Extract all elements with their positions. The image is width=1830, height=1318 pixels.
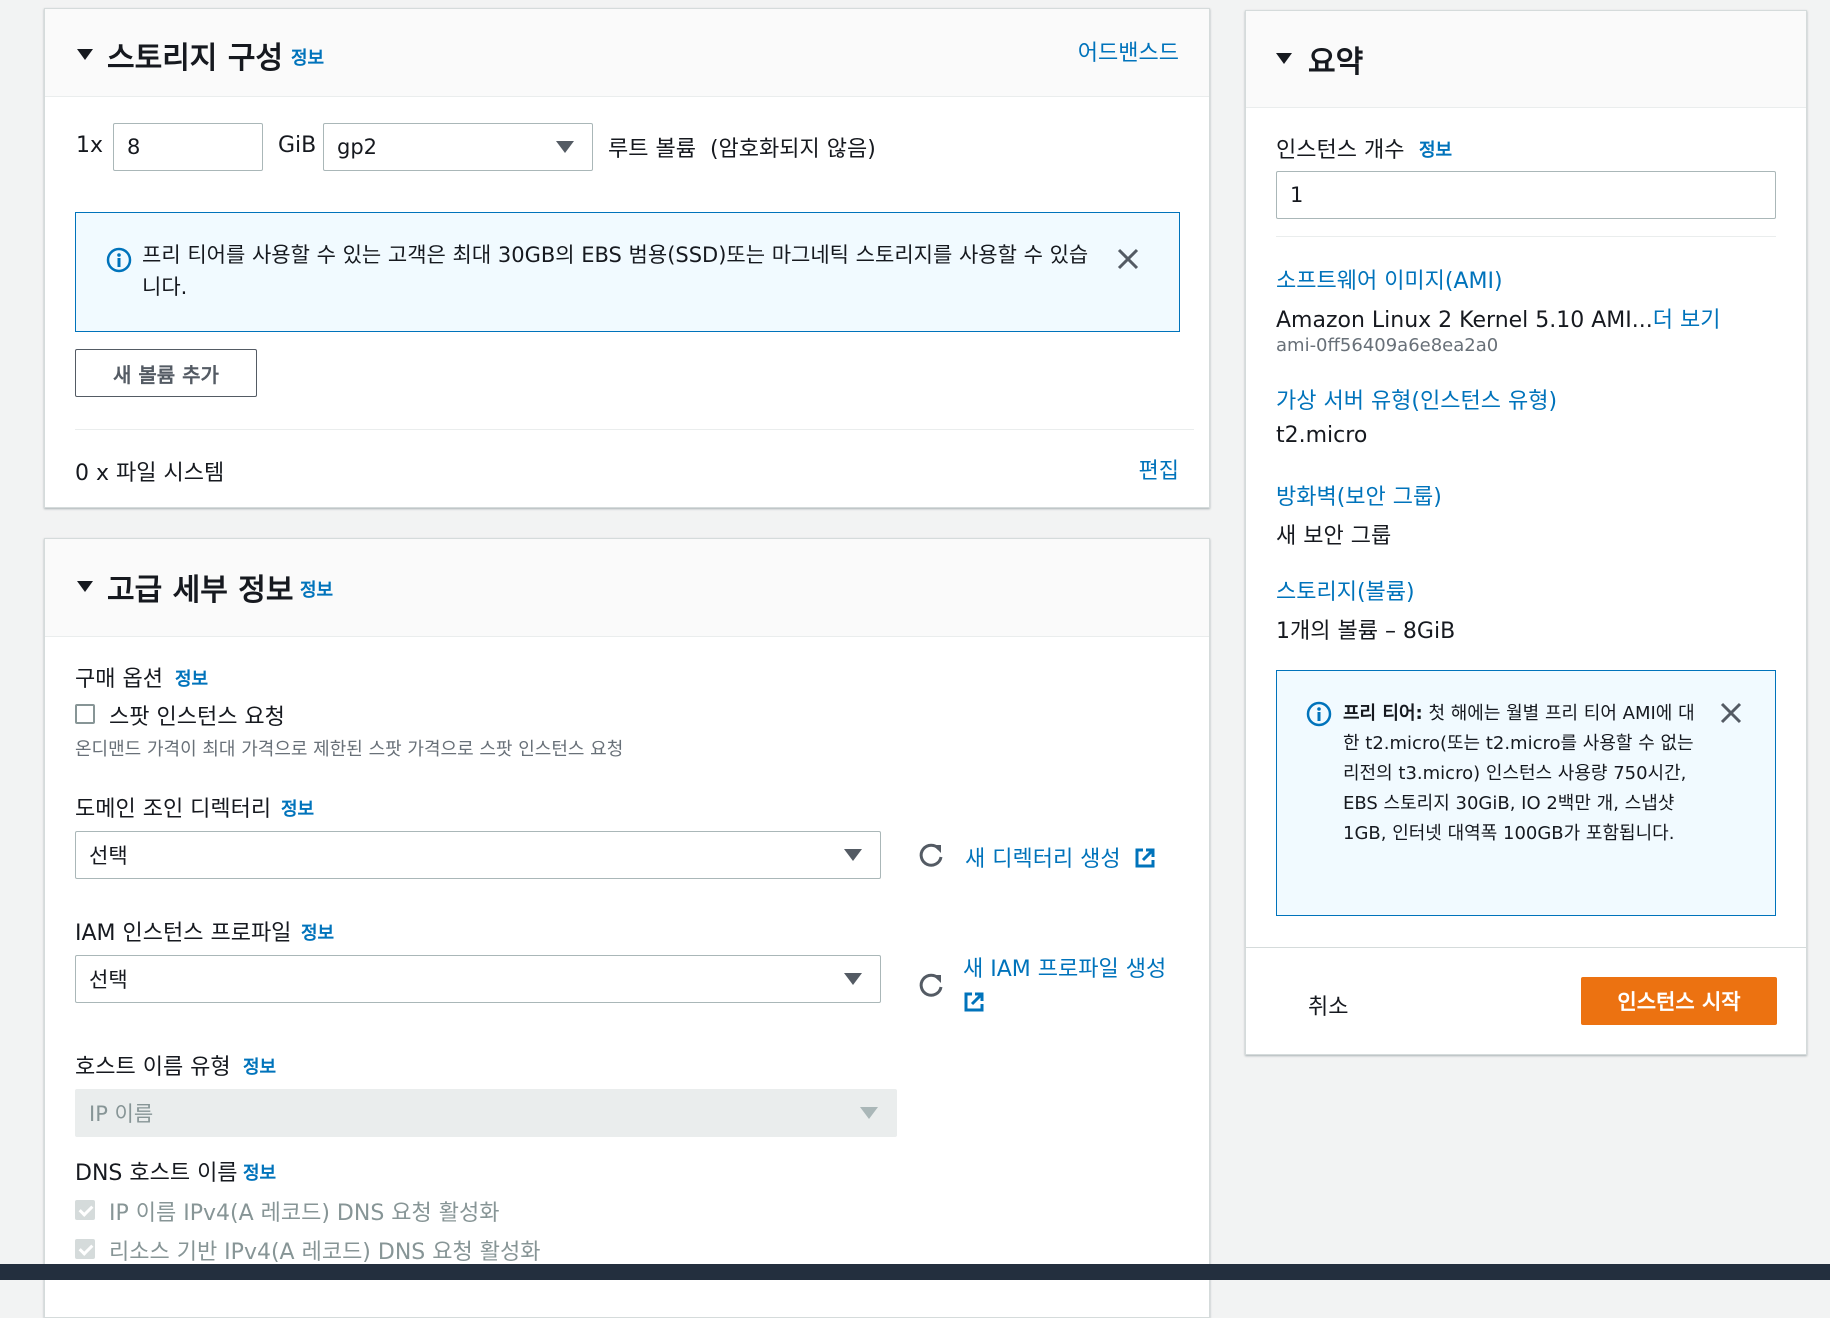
collapse-caret-icon[interactable] — [1276, 53, 1292, 64]
dns-label: DNS 호스트 이름 — [75, 1161, 238, 1186]
advanced-header: 고급 세부 정보 정보 — [45, 539, 1209, 637]
free-tier-alert: 프리 티어를 사용할 수 있는 고객은 최대 30GB의 EBS 범용(SSD)… — [75, 212, 1180, 332]
close-icon[interactable] — [1719, 701, 1743, 725]
ami-more-link[interactable]: 더 보기 — [1653, 308, 1721, 333]
instance-count-input[interactable]: 1 — [1276, 171, 1776, 219]
purchase-label: 구매 옵션 — [75, 667, 163, 692]
hostname-select: IP 이름 — [75, 1089, 897, 1137]
volume-desc: 루트 볼륨 (암호화되지 않음) — [608, 137, 876, 162]
add-volume-label: 새 볼륨 추가 — [113, 362, 219, 387]
summary-title: 요약 — [1308, 45, 1364, 80]
cancel-button[interactable]: 취소 — [1308, 989, 1348, 1021]
advanced-panel: 고급 세부 정보 정보 구매 옵션 정보 스팟 인스턴스 요청 온디맨드 가격이… — [44, 538, 1210, 1318]
summary-footer-divider — [1246, 947, 1806, 948]
launch-instance-button[interactable]: 인스턴스 시작 — [1581, 977, 1777, 1025]
instance-count-label: 인스턴스 개수 — [1276, 138, 1405, 163]
summary-alert-text: 프리 티어: 첫 해에는 월별 프리 티어 AMI에 대한 t2.micro(또… — [1343, 699, 1698, 849]
storage-info-link[interactable]: 정보 — [291, 44, 324, 70]
volume-count: 1x — [76, 133, 104, 158]
hostname-select-value: IP 이름 — [89, 1102, 154, 1126]
add-volume-button[interactable]: 새 볼륨 추가 — [75, 349, 257, 397]
storage-link[interactable]: 스토리지(볼륨) — [1276, 574, 1415, 606]
summary-free-tier-alert: 프리 티어: 첫 해에는 월별 프리 티어 AMI에 대한 t2.micro(또… — [1276, 670, 1776, 916]
volume-size-value: 8 — [127, 135, 141, 159]
spot-label[interactable]: 스팟 인스턴스 요청 — [109, 699, 285, 731]
summary-header: 요약 — [1246, 11, 1806, 108]
chevron-down-icon — [844, 973, 862, 985]
refresh-icon[interactable] — [917, 841, 945, 869]
collapse-caret-icon[interactable] — [77, 49, 93, 60]
summary-alert-bold: 프리 티어: — [1343, 703, 1423, 724]
chevron-down-icon — [556, 141, 574, 153]
ami-name: Amazon Linux 2 Kernel 5.10 AMI...더 보기 — [1276, 302, 1720, 334]
spot-desc: 온디맨드 가격이 최대 가격으로 제한된 스팟 가격으로 스팟 인스턴스 요청 — [75, 739, 624, 760]
new-iam-profile-link[interactable]: 새 IAM 프로파일 생성 — [963, 953, 1183, 1021]
domain-label: 도메인 조인 디렉터리 — [75, 797, 272, 822]
domain-info-link[interactable]: 정보 — [281, 795, 314, 821]
iam-info-link[interactable]: 정보 — [301, 919, 334, 945]
iam-label: IAM 인스턴스 프로파일 — [75, 921, 292, 946]
new-directory-label: 새 디렉터리 생성 — [965, 847, 1121, 872]
volume-unit: GiB — [278, 133, 317, 158]
info-icon — [1306, 701, 1332, 727]
volume-type-value: gp2 — [337, 135, 378, 159]
collapse-caret-icon[interactable] — [77, 581, 93, 592]
instance-type-value: t2.micro — [1276, 423, 1368, 448]
info-icon — [106, 247, 132, 273]
storage-panel: 스토리지 구성 정보 어드밴스드 1x 8 GiB gp2 루트 볼륨 (암호화… — [44, 8, 1210, 508]
ami-id: ami-0ff56409a6e8ea2a0 — [1276, 335, 1499, 356]
close-icon[interactable] — [1116, 247, 1140, 271]
new-directory-link[interactable]: 새 디렉터리 생성 — [965, 841, 1156, 873]
volume-size-input[interactable]: 8 — [113, 123, 263, 171]
hostname-info-link[interactable]: 정보 — [243, 1053, 276, 1079]
storage-divider — [75, 429, 1194, 430]
external-link-icon — [964, 992, 984, 1012]
summary-divider — [1276, 236, 1776, 237]
dns-ip-checkbox — [75, 1200, 95, 1220]
free-tier-alert-text: 프리 티어를 사용할 수 있는 고객은 최대 30GB의 EBS 범용(SSD)… — [142, 243, 1089, 299]
advanced-info-link[interactable]: 정보 — [300, 576, 333, 602]
filesystem-count: 0 x 파일 시스템 — [75, 461, 225, 486]
iam-select[interactable]: 선택 — [75, 955, 881, 1003]
ami-name-text: Amazon Linux 2 Kernel 5.10 AMI... — [1276, 308, 1653, 333]
summary-alert-body: 첫 해에는 월별 프리 티어 AMI에 대한 t2.micro(또는 t2.mi… — [1343, 703, 1695, 844]
chevron-down-icon — [860, 1107, 878, 1119]
external-link-icon — [1135, 848, 1155, 868]
refresh-icon[interactable] — [917, 971, 945, 999]
instance-type-link[interactable]: 가상 서버 유형(인스턴스 유형) — [1276, 383, 1557, 415]
edit-link[interactable]: 편집 — [1139, 453, 1179, 485]
chevron-down-icon — [844, 849, 862, 861]
new-iam-profile-label: 새 IAM 프로파일 생성 — [963, 957, 1167, 982]
domain-select[interactable]: 선택 — [75, 831, 881, 879]
firewall-value: 새 보안 그룹 — [1276, 524, 1392, 549]
console-footer — [0, 1264, 1830, 1280]
dns-ip-label: IP 이름 IPv4(A 레코드) DNS 요청 활성화 — [109, 1201, 500, 1226]
launch-instance-label: 인스턴스 시작 — [1617, 990, 1741, 1014]
storage-title: 스토리지 구성 — [107, 41, 284, 76]
summary-panel: 요약 인스턴스 개수 정보 1 소프트웨어 이미지(AMI) Amazon Li… — [1245, 10, 1807, 1055]
purchase-info-link[interactable]: 정보 — [175, 665, 208, 691]
dns-resource-label: 리소스 기반 IPv4(A 레코드) DNS 요청 활성화 — [109, 1240, 541, 1265]
volume-type-select[interactable]: gp2 — [323, 123, 593, 171]
ami-link[interactable]: 소프트웨어 이미지(AMI) — [1276, 263, 1503, 295]
storage-value: 1개의 볼륨 – 8GiB — [1276, 619, 1456, 644]
domain-select-value: 선택 — [89, 844, 128, 868]
hostname-label: 호스트 이름 유형 — [75, 1055, 231, 1080]
advanced-title: 고급 세부 정보 — [107, 573, 294, 608]
instance-count-info-link[interactable]: 정보 — [1419, 136, 1452, 162]
advanced-link[interactable]: 어드밴스드 — [1078, 35, 1179, 67]
spot-checkbox[interactable] — [75, 704, 95, 724]
storage-header: 스토리지 구성 정보 어드밴스드 — [45, 9, 1209, 97]
dns-resource-checkbox — [75, 1239, 95, 1259]
instance-count-value: 1 — [1290, 183, 1304, 207]
iam-select-value: 선택 — [89, 968, 128, 992]
dns-info-link[interactable]: 정보 — [243, 1159, 276, 1185]
firewall-link[interactable]: 방화벽(보안 그룹) — [1276, 479, 1442, 511]
